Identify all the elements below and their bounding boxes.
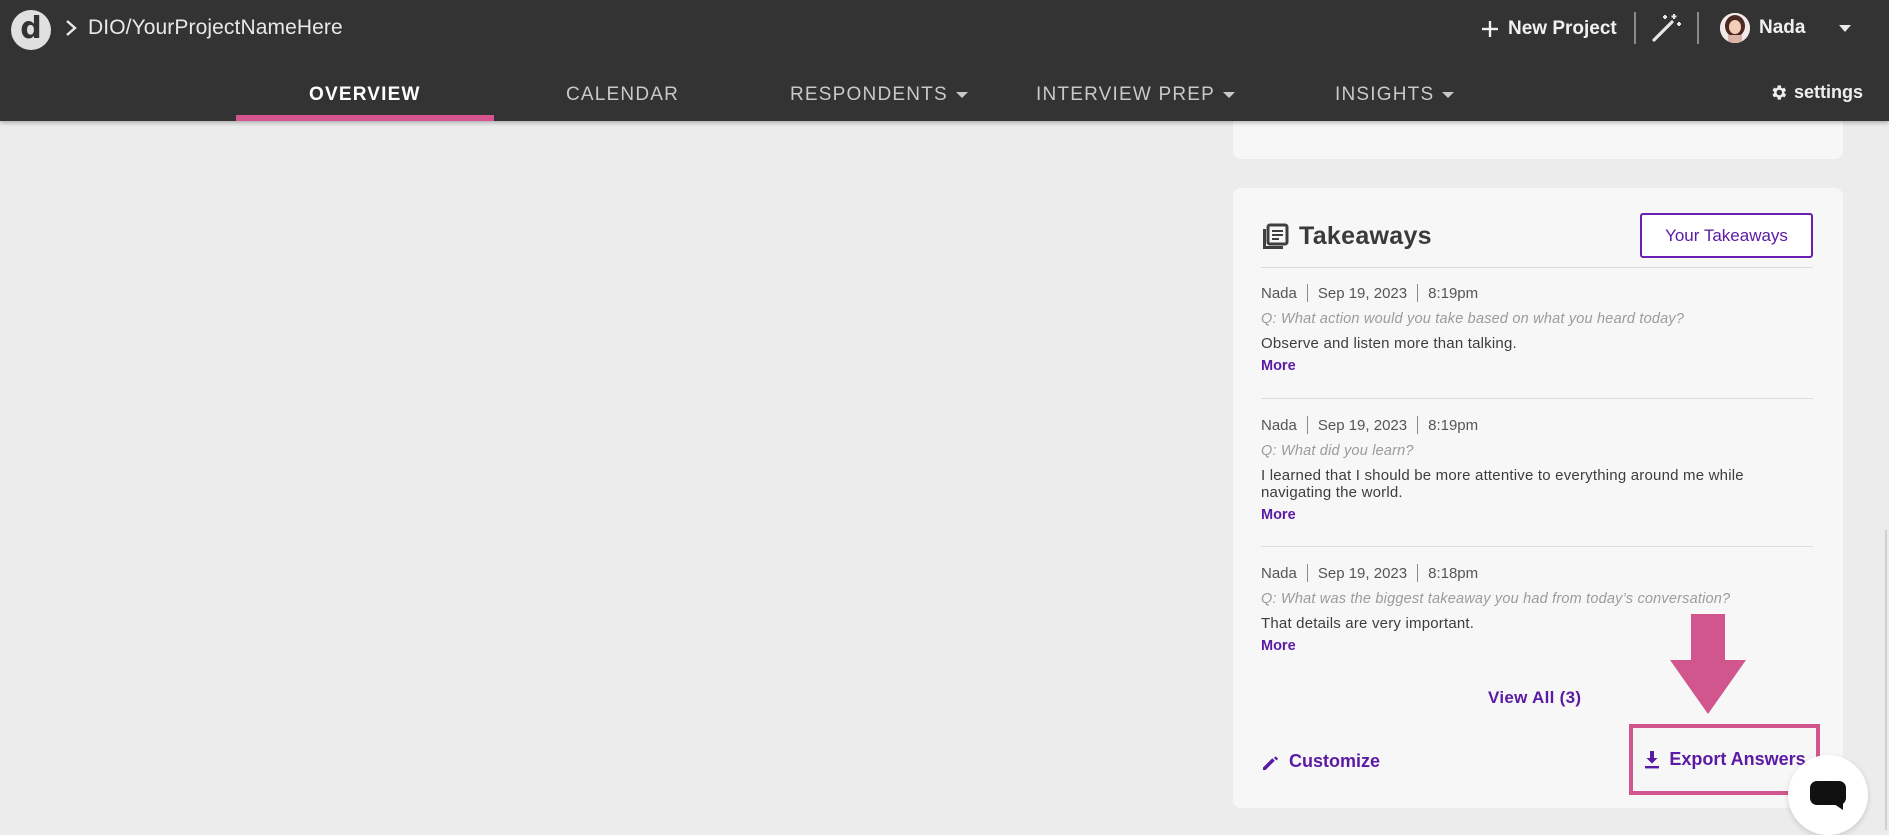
caret-down-icon bbox=[1442, 92, 1455, 98]
entry-answer: Observe and listen more than talking. bbox=[1261, 335, 1517, 352]
pencil-icon bbox=[1263, 755, 1278, 770]
more-link[interactable]: More bbox=[1261, 638, 1296, 654]
download-icon bbox=[1645, 750, 1660, 768]
entry-date: Sep 19, 2023 bbox=[1317, 564, 1408, 582]
tab-insights[interactable]: INSIGHTS bbox=[1335, 80, 1455, 110]
tab-respondents[interactable]: RESPONDENTS bbox=[790, 80, 968, 110]
entry-author: Nada bbox=[1261, 564, 1297, 582]
entry-date: Sep 19, 2023 bbox=[1317, 416, 1408, 434]
tab-label: INSIGHTS bbox=[1335, 84, 1435, 105]
customize-label: Customize bbox=[1289, 751, 1381, 771]
meta-separator bbox=[1417, 284, 1419, 302]
entry-time: 8:18pm bbox=[1428, 564, 1479, 582]
more-link[interactable]: More bbox=[1261, 507, 1296, 523]
takeaway-entry: Nada Sep 19, 2023 8:19pm Q: What action … bbox=[1261, 283, 1813, 375]
new-project-label: New Project bbox=[1508, 18, 1617, 39]
takeaways-header: Takeaways bbox=[1261, 222, 1432, 251]
entry-author: Nada bbox=[1261, 416, 1297, 434]
chat-widget-button[interactable] bbox=[1788, 755, 1868, 835]
divider bbox=[1261, 267, 1813, 268]
entry-date: Sep 19, 2023 bbox=[1317, 284, 1408, 302]
more-link[interactable]: More bbox=[1261, 358, 1296, 374]
export-answers-label: Export Answers bbox=[1669, 749, 1806, 769]
tab-calendar[interactable]: CALENDAR bbox=[566, 80, 679, 110]
entry-meta: Nada Sep 19, 2023 8:18pm bbox=[1261, 563, 1813, 583]
user-name[interactable]: Nada bbox=[1759, 17, 1805, 39]
takeaways-title: Takeaways bbox=[1299, 222, 1432, 250]
arrow-down-icon bbox=[1670, 614, 1746, 714]
meta-separator bbox=[1306, 284, 1308, 302]
top-header: d DIO/YourProjectNameHere New Project Na… bbox=[0, 0, 1889, 121]
entry-question: Q: What was the biggest takeaway you had… bbox=[1261, 591, 1731, 607]
header-divider bbox=[1697, 12, 1699, 44]
tab-label: CALENDAR bbox=[566, 84, 680, 105]
entry-question: Q: What did you learn? bbox=[1261, 443, 1414, 459]
takeaway-entry: Nada Sep 19, 2023 8:19pm Q: What did you… bbox=[1261, 415, 1813, 524]
magic-wand-icon[interactable] bbox=[1650, 12, 1682, 44]
meta-separator bbox=[1306, 416, 1308, 434]
entry-answer: I learned that I should be more attentiv… bbox=[1261, 467, 1744, 501]
settings-label: settings bbox=[1794, 82, 1864, 102]
entry-meta: Nada Sep 19, 2023 8:19pm bbox=[1261, 283, 1813, 303]
tab-interview-prep[interactable]: INTERVIEW PREP bbox=[1036, 80, 1236, 110]
dscout-logo-icon[interactable]: d bbox=[11, 10, 51, 50]
entry-time: 8:19pm bbox=[1428, 284, 1479, 302]
entry-question: Q: What action would you take based on w… bbox=[1261, 311, 1685, 327]
caret-down-icon[interactable] bbox=[1838, 23, 1852, 33]
breadcrumb-project-path[interactable]: DIO/YourProjectNameHere bbox=[88, 16, 343, 40]
divider bbox=[1261, 546, 1813, 547]
page-scrollbar[interactable] bbox=[1885, 530, 1887, 830]
view-all-link[interactable]: View All (3) bbox=[1488, 688, 1581, 708]
chevron-right-icon bbox=[66, 20, 77, 36]
entry-author: Nada bbox=[1261, 284, 1297, 302]
tab-overview[interactable]: OVERVIEW bbox=[309, 80, 421, 110]
meta-separator bbox=[1417, 416, 1419, 434]
entry-meta: Nada Sep 19, 2023 8:19pm bbox=[1261, 415, 1813, 435]
header-divider bbox=[1634, 12, 1636, 44]
new-project-button[interactable]: New Project bbox=[1480, 14, 1617, 44]
avatar[interactable] bbox=[1720, 13, 1750, 43]
customize-button[interactable]: Customize bbox=[1261, 751, 1380, 772]
caret-down-icon bbox=[955, 92, 968, 98]
tab-label: INTERVIEW PREP bbox=[1036, 84, 1216, 105]
chat-icon bbox=[1810, 781, 1846, 810]
meta-separator bbox=[1417, 564, 1419, 582]
your-takeaways-button[interactable]: Your Takeaways bbox=[1640, 213, 1813, 258]
settings-link[interactable]: settings bbox=[1769, 82, 1863, 103]
caret-down-icon bbox=[1223, 92, 1236, 98]
entry-time: 8:19pm bbox=[1428, 416, 1479, 434]
plus-icon bbox=[1482, 21, 1498, 37]
gear-icon bbox=[1772, 85, 1787, 100]
divider bbox=[1261, 398, 1813, 399]
tab-label: RESPONDENTS bbox=[790, 84, 948, 105]
takeaways-card: Takeaways Your Takeaways Nada Sep 19, 20… bbox=[1233, 188, 1843, 808]
tab-label: OVERVIEW bbox=[309, 84, 421, 105]
meta-separator bbox=[1306, 564, 1308, 582]
library-books-icon bbox=[1263, 223, 1289, 249]
active-tab-indicator bbox=[236, 115, 494, 121]
